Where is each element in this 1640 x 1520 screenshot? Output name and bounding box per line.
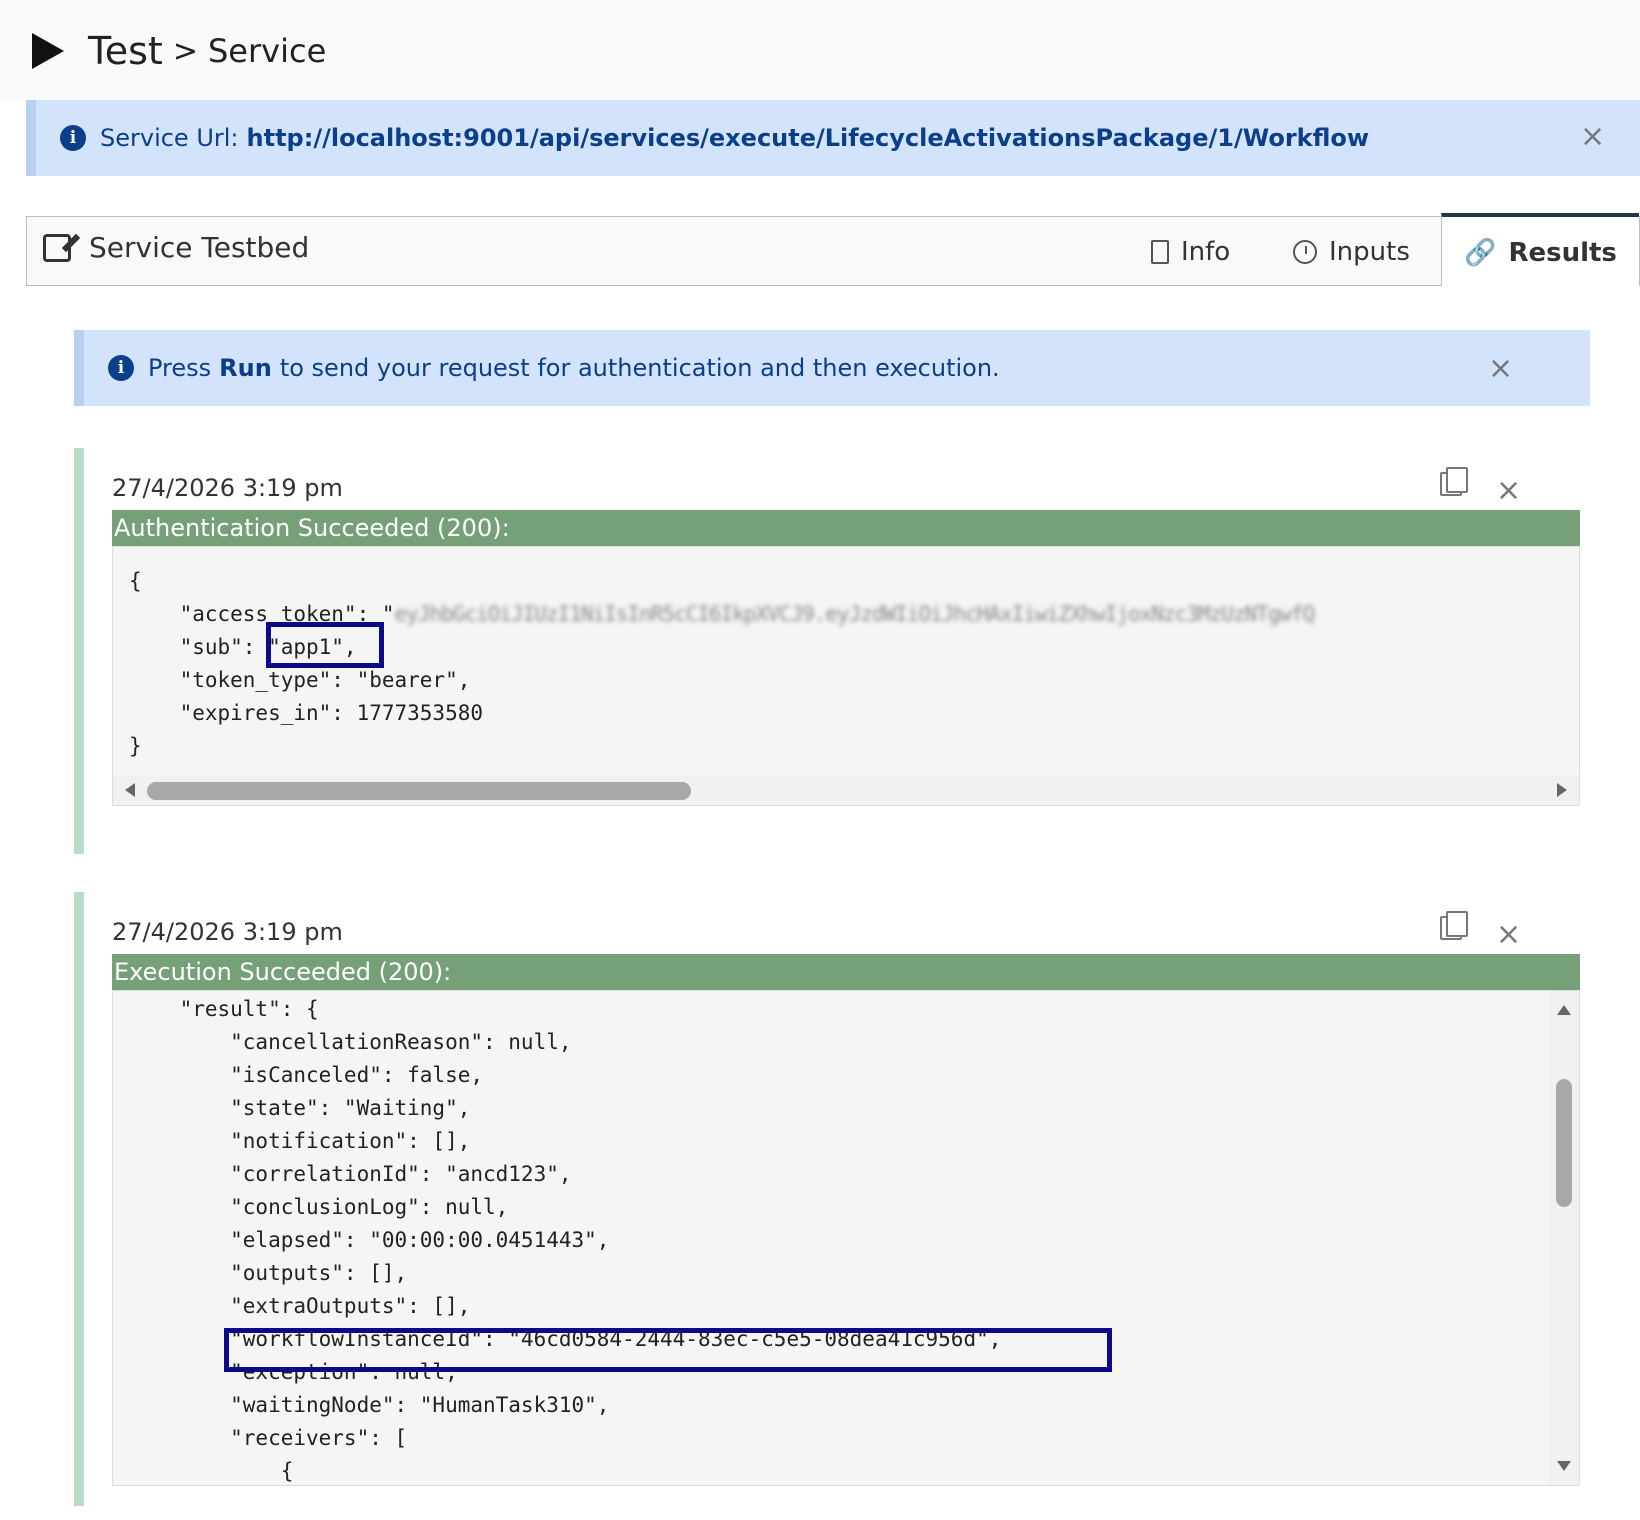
results-content: i Press Run to send your request for aut… — [26, 286, 1640, 1520]
scroll-down-icon[interactable] — [1557, 1461, 1571, 1471]
tab-results-label: Results — [1508, 238, 1617, 268]
close-icon[interactable]: × — [1496, 476, 1521, 506]
horizontal-scrollbar[interactable] — [113, 775, 1579, 805]
breadcrumb-separator: > — [172, 33, 198, 69]
tab-info[interactable]: Info — [1151, 217, 1230, 287]
auth-result-block: 27/4/2026 3:19 pm × Authentication Succe… — [74, 448, 1580, 854]
vertical-scrollbar[interactable] — [1549, 991, 1579, 1485]
scrollbar-thumb[interactable] — [1556, 1079, 1572, 1207]
status-bar: Execution Succeeded (200): — [112, 954, 1580, 990]
notice-run-keyword: Run — [219, 354, 272, 382]
tab-info-label: Info — [1181, 237, 1231, 267]
code-viewer[interactable]: { "access_token": "eyJhbGciOiJIUzI1NiIsI… — [112, 546, 1580, 806]
tab-results[interactable]: 🔗 Results — [1441, 213, 1639, 289]
scroll-up-icon[interactable] — [1557, 1005, 1571, 1015]
tab-inputs-label: Inputs — [1329, 237, 1410, 267]
scroll-right-icon[interactable] — [1557, 783, 1567, 797]
close-icon[interactable]: × — [1488, 354, 1513, 384]
service-url-link[interactable]: http://localhost:9001/api/services/execu… — [247, 124, 1370, 152]
run-notice-alert: i Press Run to send your request for aut… — [74, 330, 1590, 406]
service-url-label: Service Url: — [100, 124, 239, 152]
timestamp: 27/4/2026 3:19 pm — [112, 474, 343, 502]
execution-result-block: 27/4/2026 3:19 pm × Execution Succeeded … — [74, 892, 1580, 1506]
code-text: "result": { "cancellationReason": null, … — [179, 997, 1002, 1483]
link-icon: 🔗 — [1464, 238, 1497, 268]
breadcrumb-root[interactable]: Test — [88, 29, 163, 73]
file-icon — [1151, 240, 1169, 264]
close-icon[interactable]: × — [1580, 122, 1605, 152]
notice-prefix: Press — [148, 354, 212, 382]
testbed-header: Service Testbed Info Inputs 🔗 Results — [26, 213, 1640, 289]
code-text: { "access_token": "eyJhbGciOiJIUzI1NiIsI… — [129, 569, 1316, 758]
tab-inputs[interactable]: Inputs — [1293, 217, 1410, 287]
panel-title-text: Service Testbed — [89, 231, 310, 264]
top-bar: Test > Service — [0, 0, 1640, 100]
clock-icon — [1293, 240, 1317, 264]
panel-title: Service Testbed — [43, 231, 309, 264]
notice-suffix: to send your request for authentication … — [279, 354, 1000, 382]
redacted-token: eyJhbGciOiJIUzI1NiIsInR5cCI6IkpXVCJ9.eyJ… — [394, 602, 1316, 626]
breadcrumb-current: Service — [207, 32, 327, 70]
page-title: Test > Service — [32, 28, 326, 74]
scrollbar-thumb[interactable] — [147, 782, 691, 800]
scroll-left-icon[interactable] — [125, 783, 135, 797]
copy-icon[interactable] — [1440, 467, 1468, 496]
edit-icon — [43, 233, 71, 262]
copy-icon[interactable] — [1440, 911, 1468, 940]
code-viewer[interactable]: "result": { "cancellationReason": null, … — [112, 990, 1580, 1486]
info-icon: i — [108, 355, 134, 381]
play-icon[interactable] — [32, 33, 64, 69]
service-url-alert: i Service Url: http://localhost:9001/api… — [26, 100, 1640, 176]
close-icon[interactable]: × — [1496, 920, 1521, 950]
info-icon: i — [60, 125, 86, 151]
timestamp: 27/4/2026 3:19 pm — [112, 918, 343, 946]
status-bar: Authentication Succeeded (200): — [112, 510, 1580, 546]
